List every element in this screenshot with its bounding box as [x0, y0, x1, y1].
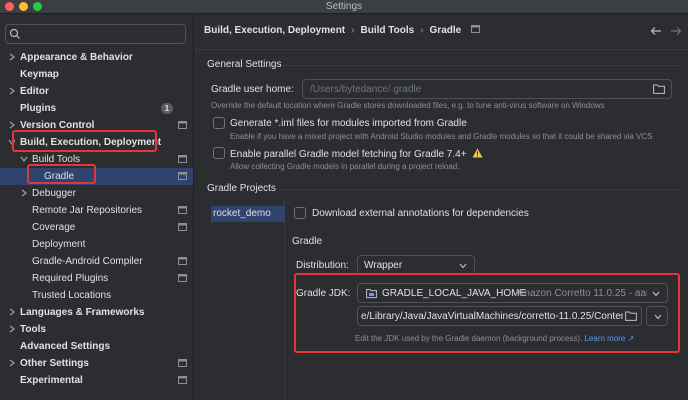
breadcrumb: Build, Execution, Deployment › Build Tools…	[204, 25, 480, 36]
gradle-user-home-placeholder: /Users/bytedance/.gradle	[310, 84, 422, 95]
chevron-right-icon	[9, 53, 15, 61]
chevron-down-icon	[459, 263, 467, 269]
project-item-rocket-demo[interactable]: rocket_demo	[211, 206, 285, 222]
project-scope-icon	[178, 172, 187, 180]
breadcrumb-item[interactable]: Build Tools	[360, 25, 414, 36]
gradle-projects-list	[195, 198, 285, 400]
sidebar-item-tools[interactable]: Tools	[0, 321, 193, 338]
breadcrumb-item: Gradle	[429, 25, 462, 36]
project-scope-icon	[178, 155, 187, 163]
highlight-box-gradle-jdk	[294, 273, 680, 353]
gradle-user-home-hint: Override the default location where Grad…	[211, 101, 605, 110]
gradle-user-home-label: Gradle user home:	[211, 84, 294, 95]
gradle-user-home-field[interactable]: /Users/bytedance/.gradle	[302, 79, 672, 99]
search-input[interactable]	[5, 24, 186, 44]
settings-sidebar: Appearance & Behavior Keymap Editor Plug…	[0, 14, 194, 400]
parallel-fetch-hint: Allow collecting Gradle models in parall…	[230, 162, 460, 171]
sidebar-item-keymap[interactable]: Keymap	[0, 66, 193, 83]
sidebar-item-experimental[interactable]: Experimental	[0, 372, 193, 389]
sidebar-item-gradle-android-compiler[interactable]: Gradle-Android Compiler	[0, 253, 193, 270]
highlight-box-build-execution	[12, 130, 157, 152]
download-annotations-checkbox[interactable]	[294, 207, 306, 219]
gradle-subsection-title: Gradle	[292, 236, 323, 247]
chevron-down-icon	[20, 156, 28, 162]
sidebar-item-editor[interactable]: Editor	[0, 83, 193, 100]
sidebar-item-label: Trusted Locations	[32, 290, 112, 301]
parallel-fetch-label: Enable parallel Gradle model fetching fo…	[230, 148, 483, 160]
project-scope-icon	[178, 376, 187, 384]
project-scope-icon	[471, 25, 480, 34]
sidebar-item-debugger[interactable]: Debugger	[0, 185, 193, 202]
sidebar-item-label: Plugins	[20, 103, 57, 114]
sidebar-item-label: Experimental	[20, 375, 83, 386]
project-scope-icon	[178, 206, 187, 214]
project-scope-icon	[178, 359, 187, 367]
sidebar-item-coverage[interactable]: Coverage	[0, 219, 193, 236]
project-scope-icon	[178, 223, 187, 231]
sidebar-item-label: Gradle-Android Compiler	[32, 256, 143, 267]
sidebar-item-label: Advanced Settings	[20, 341, 111, 352]
generate-iml-hint: Enable if you have a mixed project with …	[230, 132, 653, 141]
sidebar-item-label: Editor	[20, 86, 49, 97]
sidebar-item-label: Keymap	[20, 69, 59, 80]
generate-iml-checkbox[interactable]	[213, 117, 225, 129]
search-icon	[9, 28, 20, 39]
distribution-value: Wrapper	[364, 260, 403, 271]
breadcrumb-item[interactable]: Build, Execution, Deployment	[204, 25, 345, 36]
sidebar-item-label: Deployment	[32, 239, 86, 250]
warning-icon	[472, 148, 483, 158]
folder-icon[interactable]	[653, 84, 665, 94]
chevron-right-icon	[9, 121, 15, 129]
sidebar-item-trusted-locations[interactable]: Trusted Locations	[0, 287, 193, 304]
sidebar-item-label: Other Settings	[20, 358, 89, 369]
chevron-right-icon	[21, 189, 27, 197]
sidebar-item-plugins[interactable]: Plugins 1	[0, 100, 193, 117]
forward-arrow-icon[interactable]	[670, 26, 682, 36]
sidebar-item-label: Remote Jar Repositories	[32, 205, 143, 216]
breadcrumb-separator: ›	[351, 25, 355, 36]
sidebar-item-label: Appearance & Behavior	[20, 52, 133, 63]
title-bar: Settings	[0, 0, 688, 14]
breadcrumb-separator: ›	[420, 25, 424, 36]
settings-content: Build, Execution, Deployment › Build Tools…	[195, 14, 688, 400]
general-settings-title: General Settings	[207, 59, 282, 70]
generate-iml-label: Generate *.iml files for modules importe…	[230, 118, 467, 129]
sidebar-item-label: Required Plugins	[32, 273, 109, 284]
parallel-fetch-checkbox[interactable]	[213, 147, 225, 159]
sidebar-item-label: Debugger	[32, 188, 76, 199]
plugins-count-badge: 1	[161, 103, 173, 114]
sidebar-item-label: Tools	[20, 324, 46, 335]
header-divider	[195, 49, 688, 50]
window-title: Settings	[325, 1, 363, 12]
section-divider	[279, 189, 683, 190]
highlight-box-gradle	[27, 164, 96, 184]
sidebar-item-label: Coverage	[32, 222, 76, 233]
sidebar-item-required-plugins[interactable]: Required Plugins	[0, 270, 193, 287]
chevron-right-icon	[9, 308, 15, 316]
sidebar-item-deployment[interactable]: Deployment	[0, 236, 193, 253]
sidebar-item-advanced-settings[interactable]: Advanced Settings	[0, 338, 193, 355]
project-scope-icon	[178, 274, 187, 282]
distribution-label: Distribution:	[296, 260, 349, 271]
gradle-projects-title: Gradle Projects	[207, 183, 276, 194]
sidebar-item-label: Languages & Frameworks	[20, 307, 145, 318]
sidebar-item-other-settings[interactable]: Other Settings	[0, 355, 193, 372]
parallel-fetch-text: Enable parallel Gradle model fetching fo…	[230, 149, 467, 160]
section-divider	[283, 65, 683, 66]
sidebar-item-languages-frameworks[interactable]: Languages & Frameworks	[0, 304, 193, 321]
distribution-select[interactable]: Wrapper	[357, 255, 475, 275]
chevron-right-icon	[9, 359, 15, 367]
sidebar-item-remote-jar-repositories[interactable]: Remote Jar Repositories	[0, 202, 193, 219]
chevron-right-icon	[9, 87, 15, 95]
back-arrow-icon[interactable]	[650, 26, 662, 36]
project-scope-icon	[178, 121, 187, 129]
sidebar-item-appearance-behavior[interactable]: Appearance & Behavior	[0, 49, 193, 66]
chevron-right-icon	[9, 325, 15, 333]
download-annotations-label: Download external annotations for depend…	[312, 208, 529, 219]
project-scope-icon	[178, 257, 187, 265]
